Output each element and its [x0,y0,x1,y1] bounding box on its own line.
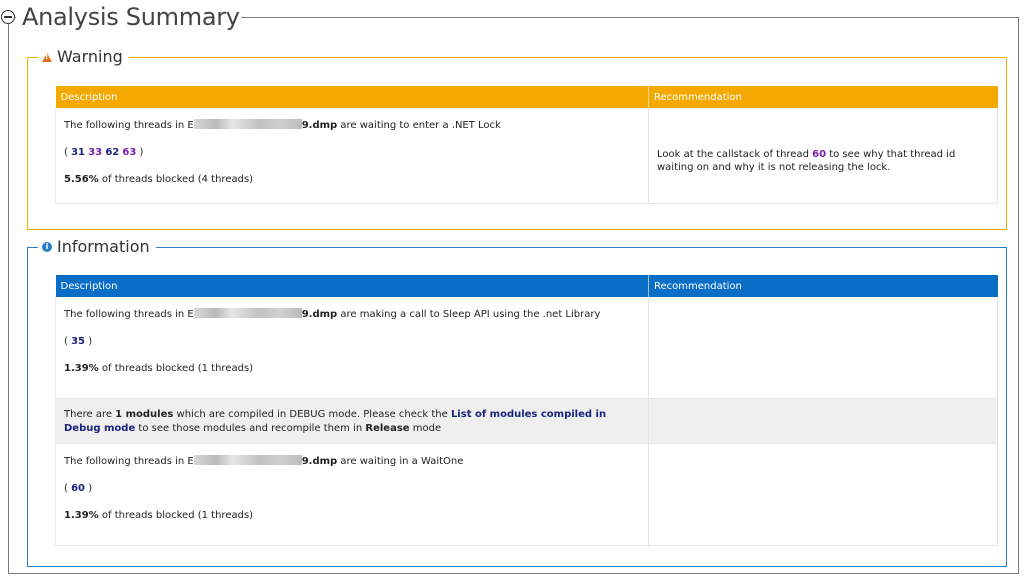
warning-panel: Warning Description Recommendation The f… [27,46,1007,230]
pct-value: 1.39% [64,510,99,521]
recommendation-text: Look at the callstack of thread 60 to se… [657,108,989,174]
info-header-description: Description [55,275,649,297]
table-row: There are 1 modules which are compiled i… [55,398,998,444]
text: The following threads in [64,120,188,131]
information-panel: i Information Description Recommendation… [27,236,1007,567]
text: are waiting in a WaitOne [337,456,464,467]
paren: ) [85,483,93,494]
text: The following threads in [64,456,188,467]
text: to see those modules and recompile them … [135,423,366,434]
thread-id-list: ( 35 ) [64,322,640,349]
warning-recommendation-cell: Look at the callstack of thread 60 to se… [648,108,998,204]
frame-top-right-line [241,17,1019,18]
information-table: Description Recommendation The following… [55,275,998,546]
information-legend: i Information [38,236,156,258]
debug-modules-text: There are 1 modules which are compiled i… [64,399,640,443]
warning-header-recommendation: Recommendation [648,86,998,108]
thread-summary-line: The following threads in E 9.dmp are wait… [64,444,640,469]
warning-legend-label: Warning [57,47,123,66]
text: are waiting to enter a .NET Lock [337,120,501,131]
table-row: The following threads in E 9.dmp are wait… [55,443,998,546]
thread-id-list: ( 60 ) [64,469,640,496]
paren: ) [85,336,93,347]
table-row: The following threads in E 9.dmp are wait… [55,108,998,204]
thread-id-list: ( 31 33 62 63 ) [64,133,640,160]
warning-table: Description Recommendation The following… [55,86,998,204]
page-title: Analysis Summary [22,3,240,31]
pct-value: 1.39% [64,363,99,374]
information-legend-label: Information [57,237,150,256]
thread-link-31[interactable]: 31 [71,147,85,158]
paren: ) [136,147,144,158]
thread-link-33[interactable]: 33 [88,147,102,158]
info-icon: i [42,242,52,252]
info-recommendation-cell [648,443,998,546]
warning-icon [42,52,52,62]
info-recommendation-cell [648,297,998,399]
thread-link-60[interactable]: 60 [71,483,85,494]
redacted-filename [193,308,302,318]
redacted-filename [193,455,302,465]
file-name-end: 9.dmp [301,120,338,131]
text: which are compiled in DEBUG mode. Please… [173,409,451,420]
thread-link-63[interactable]: 63 [122,147,136,158]
file-name-end: 9.dmp [301,456,338,467]
thread-summary-line: The following threads in E 9.dmp are wait… [64,108,640,133]
text: are making a call to Sleep API using the… [337,309,601,320]
pct-value: 5.56% [64,174,99,185]
debug-modules-cell: There are 1 modules which are compiled i… [55,398,649,444]
blocked-percentage: 1.39% of threads blocked (1 threads) [64,496,640,545]
blocked-percentage: 5.56% of threads blocked (4 threads) [64,160,640,203]
warning-header-description: Description [55,86,649,108]
text: Look at the callstack of thread [657,149,813,160]
warning-description-cell: The following threads in E 9.dmp are wait… [55,108,649,204]
warning-legend: Warning [38,46,129,68]
text: mode [409,423,442,434]
thread-link-60[interactable]: 60 [812,149,826,160]
redacted-filename [193,119,302,129]
text: of threads blocked (1 threads) [98,363,254,374]
info-description-cell: The following threads in E 9.dmp are wait… [55,443,649,546]
thread-link-62[interactable]: 62 [105,147,119,158]
table-row: The following threads in E 9.dmp are maki… [55,297,998,399]
info-recommendation-cell [648,398,998,444]
blocked-percentage: 1.39% of threads blocked (1 threads) [64,349,640,398]
text: of threads blocked (1 threads) [98,510,254,521]
collapse-icon[interactable] [1,10,15,24]
text: of threads blocked (4 threads) [98,174,254,185]
thread-summary-line: The following threads in E 9.dmp are maki… [64,297,640,322]
info-description-cell: The following threads in E 9.dmp are maki… [55,297,649,399]
text: There are [64,409,116,420]
text: The following threads in [64,309,188,320]
thread-link-35[interactable]: 35 [71,336,85,347]
info-header-recommendation: Recommendation [648,275,998,297]
file-name-end: 9.dmp [301,309,338,320]
module-count: 1 modules [115,409,174,420]
release-mode: Release [365,423,410,434]
